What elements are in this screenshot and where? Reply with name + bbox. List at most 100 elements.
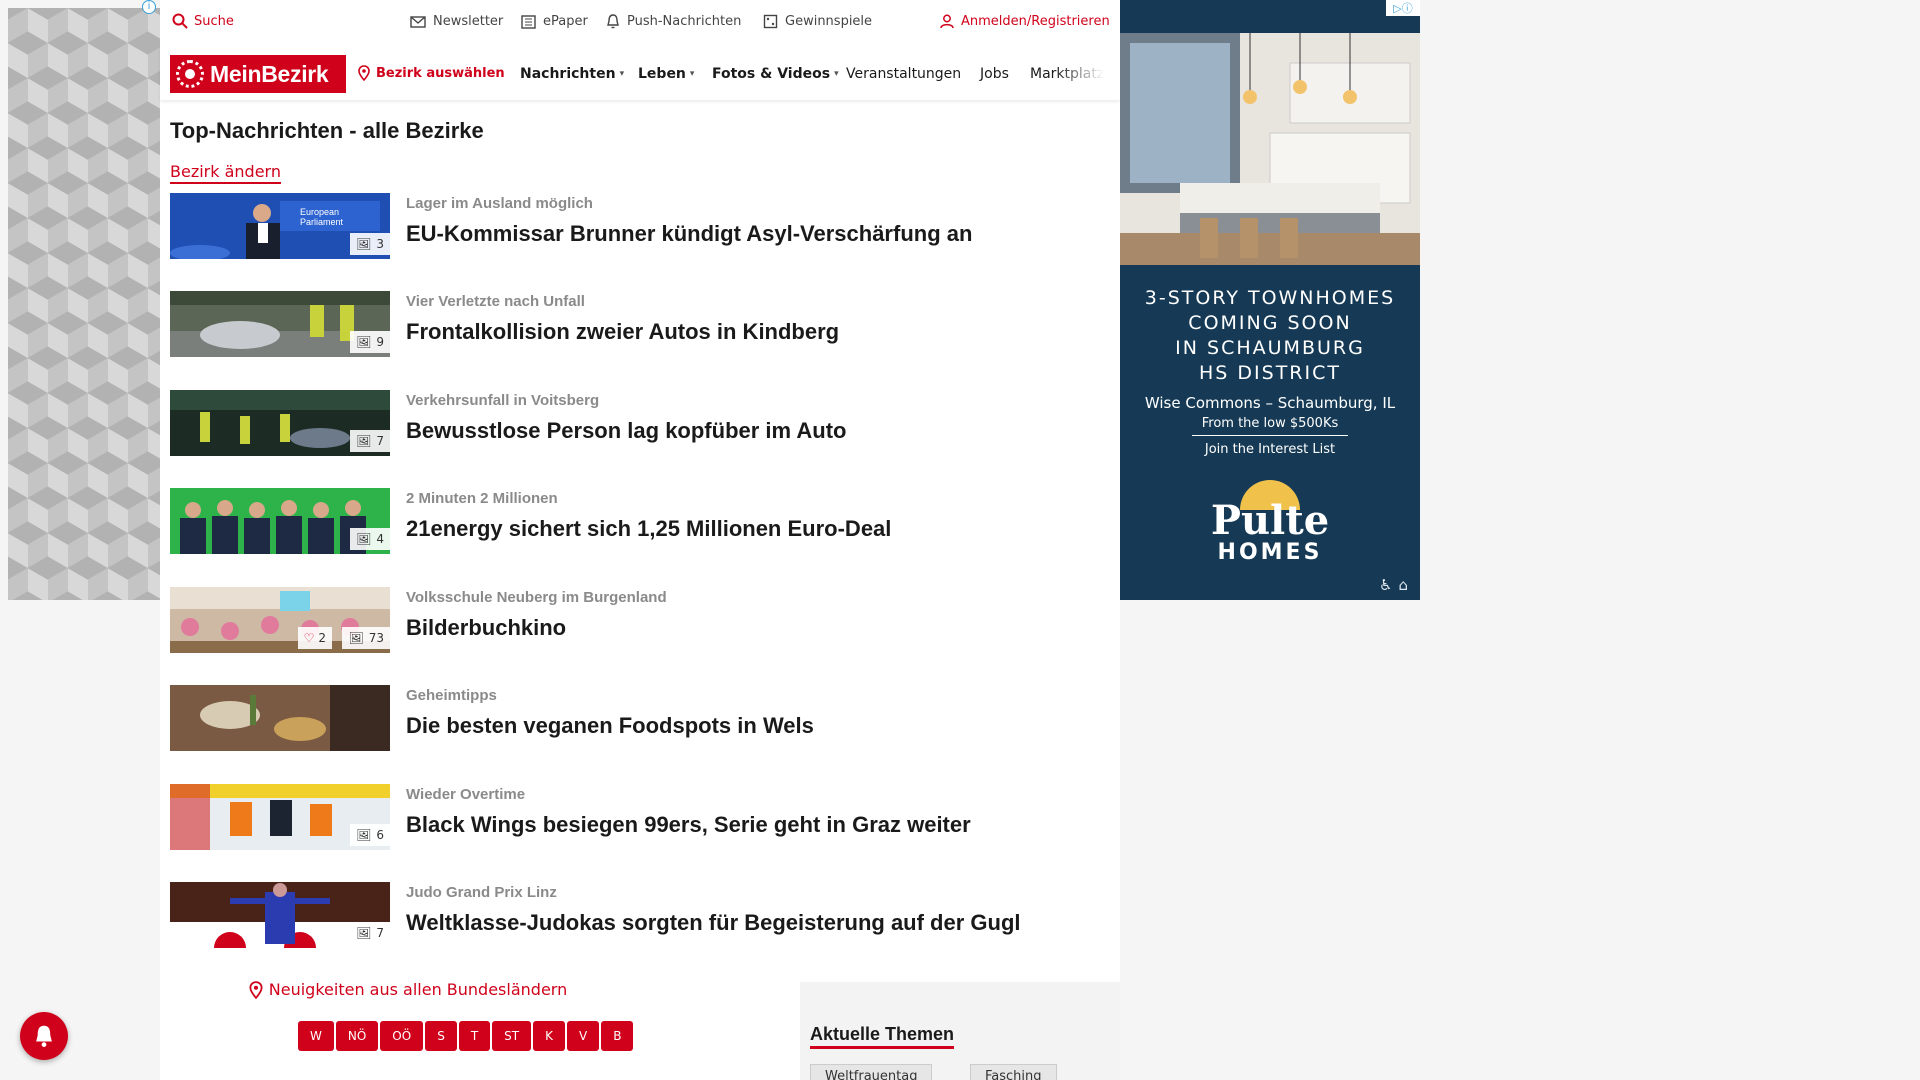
logo-flower-icon: [176, 60, 204, 88]
article-item[interactable]: ♡ 2 🖼 73 Volksschule Neuberg im Burgenland…: [170, 587, 1100, 653]
utility-bar: Suche Newsletter ePaper Push-Nachrichten…: [160, 0, 1120, 46]
push-link[interactable]: Push-Nachrichten: [606, 14, 741, 29]
login-label: Anmelden/Registrieren: [961, 14, 1110, 29]
article-thumbnail[interactable]: 🖼 9: [170, 291, 390, 357]
article-item[interactable]: 🖼 9 Vier Verletzte nach Unfall Frontalkol…: [170, 291, 1100, 357]
article-item[interactable]: 🖼 7 Judo Grand Prix Linz Weltklasse-Judok…: [170, 882, 1100, 948]
gewinnspiele-link[interactable]: Gewinnspiele: [763, 14, 872, 29]
article-headline[interactable]: Frontalkollision zweier Autos in Kindber…: [406, 319, 839, 345]
ad-headline-2: COMING SOON: [1188, 312, 1352, 334]
article-kicker: Geheimtipps: [406, 687, 497, 704]
article-headline[interactable]: EU-Kommissar Brunner kündigt Asyl-Versch…: [406, 221, 972, 247]
chevron-down-icon: ▾: [689, 69, 695, 79]
epaper-link[interactable]: ePaper: [520, 14, 588, 29]
nav-nachrichten[interactable]: Nachrichten ▾: [520, 66, 624, 82]
photo-count-badge: 🖼 7: [350, 430, 390, 452]
article-item[interactable]: Geheimtipps Die besten veganen Foodspots…: [170, 685, 1100, 751]
ad-cta[interactable]: Join the Interest List: [1120, 442, 1420, 457]
photo-count-badge: 🖼 4: [350, 528, 390, 550]
article-kicker: Judo Grand Prix Linz: [406, 884, 557, 901]
newsletter-link[interactable]: Newsletter: [410, 14, 503, 29]
nav-item-label: Veranstaltungen: [846, 66, 962, 82]
ad-headline-4: HS DISTRICT: [1199, 362, 1341, 384]
state-button-k[interactable]: K: [533, 1021, 565, 1051]
article-item[interactable]: 🖼 4 2 Minuten 2 Millionen 21energy sicher…: [170, 488, 1100, 554]
page-title: Top-Nachrichten - alle Bezirke: [170, 118, 484, 143]
image-icon: 🖼: [348, 631, 364, 645]
ad-info-icon[interactable]: i: [142, 0, 156, 14]
all-states-label: Neuigkeiten aus allen Bundesländern: [268, 980, 568, 999]
main-nav: MeinBezirk Bezirk auswählen Nachrichten …: [160, 46, 1120, 100]
article-thumbnail[interactable]: 🖼 7: [170, 882, 390, 948]
ad-headline-3: IN SCHAUMBURG: [1175, 337, 1365, 359]
image-icon: 🖼: [356, 926, 372, 940]
state-button-b[interactable]: B: [601, 1021, 634, 1051]
state-button-ooe[interactable]: OÖ: [380, 1021, 424, 1051]
adchoices-icon[interactable]: ▷ⓘ: [1386, 0, 1420, 16]
nav-veranstaltungen[interactable]: Veranstaltungen: [846, 66, 961, 82]
all-states-link[interactable]: Neuigkeiten aus allen Bundesländern: [160, 980, 656, 999]
article-kicker: Lager im Ausland möglich: [406, 195, 593, 212]
topics-heading: Aktuelle Themen: [810, 1024, 955, 1049]
mail-icon: [410, 15, 426, 28]
nav-leben[interactable]: Leben ▾: [638, 66, 694, 82]
article-item[interactable]: European Parliament 🖼 3 Lager im Ausland m…: [170, 193, 1100, 259]
state-button-w[interactable]: W: [298, 1021, 334, 1051]
search-label: Suche: [194, 13, 234, 29]
article-item[interactable]: 🖼 7 Verkehrsunfall in Voitsberg Bewusstlo…: [170, 390, 1100, 456]
state-button-v[interactable]: V: [566, 1021, 600, 1051]
photo-count-badge: 🖼 6: [350, 824, 390, 846]
article-thumbnail[interactable]: European Parliament 🖼 3: [170, 193, 390, 259]
article-headline[interactable]: Black Wings besiegen 99ers, Serie geht i…: [406, 812, 971, 838]
article-headline[interactable]: Die besten veganen Foodspots in Wels: [406, 713, 814, 739]
ad-copy: 3-STORY TOWNHOMES COMING SOON IN SCHAUMB…: [1120, 286, 1420, 457]
state-button-noe[interactable]: NÖ: [335, 1021, 379, 1051]
image-icon: 🖼: [356, 434, 372, 448]
article-thumbnail[interactable]: 🖼 4: [170, 488, 390, 554]
likes-badge[interactable]: ♡ 2: [297, 627, 332, 649]
search-icon: [172, 13, 188, 29]
notification-bell-button[interactable]: [20, 1012, 68, 1060]
article-item[interactable]: 🖼 6 Wieder Overtime Black Wings besiegen …: [170, 784, 1100, 850]
article-thumbnail[interactable]: 🖼 7: [170, 390, 390, 456]
topic-chip[interactable]: Fasching: [970, 1064, 1057, 1080]
state-button-t[interactable]: T: [458, 1021, 491, 1051]
change-district-link[interactable]: Bezirk ändern: [170, 162, 281, 184]
site-logo[interactable]: MeinBezirk: [170, 55, 346, 93]
article-headline[interactable]: Weltklasse-Judokas sorgten für Begeister…: [406, 910, 1021, 936]
left-ad-banner[interactable]: [8, 8, 160, 600]
state-button-st[interactable]: ST: [492, 1021, 532, 1051]
topic-chip[interactable]: Weltfrauentag: [810, 1064, 933, 1080]
select-district-button[interactable]: Bezirk auswählen: [358, 65, 505, 81]
image-icon: 🖼: [356, 237, 372, 251]
newspaper-icon: [520, 14, 536, 29]
nav-item-label: Nachrichten: [520, 66, 616, 82]
gift-icon: [763, 14, 778, 29]
main-column: Suche Newsletter ePaper Push-Nachrichten…: [160, 0, 1120, 1080]
svg-text:Parliament: Parliament: [300, 217, 344, 227]
state-buttons: W NÖ OÖ S T ST K V B: [298, 1021, 634, 1051]
chevron-down-icon: ▾: [619, 69, 625, 79]
login-link[interactable]: Anmelden/Registrieren: [940, 14, 1110, 29]
newsletter-label: Newsletter: [433, 14, 504, 29]
state-button-s[interactable]: S: [425, 1021, 457, 1051]
article-headline[interactable]: 21energy sichert sich 1,25 Millionen Eur…: [406, 516, 891, 542]
photo-count-badge: 🖼 9: [350, 331, 390, 353]
right-ad-banner[interactable]: 3-STORY TOWNHOMES COMING SOON IN SCHAUMB…: [1120, 0, 1420, 600]
search-link[interactable]: Suche: [172, 13, 234, 29]
nav-overflow-fade: [1056, 60, 1104, 90]
article-thumbnail[interactable]: ♡ 2 🖼 73: [170, 587, 390, 653]
article-thumbnail[interactable]: 🖼 6: [170, 784, 390, 850]
article-kicker: Verkehrsunfall in Voitsberg: [406, 392, 600, 409]
push-label: Push-Nachrichten: [627, 14, 742, 29]
ad-price: From the low $500Ks: [1192, 416, 1348, 436]
nav-fotos-videos[interactable]: Fotos & Videos ▾: [712, 66, 839, 82]
article-kicker: Volksschule Neuberg im Burgenland: [406, 589, 667, 606]
article-headline[interactable]: Bilderbuchkino: [406, 615, 566, 641]
article-headline[interactable]: Bewusstlose Person lag kopfüber im Auto: [406, 418, 846, 444]
photo-count-badge: 🖼 7: [350, 922, 390, 944]
nav-jobs[interactable]: Jobs: [980, 66, 1009, 82]
photo-count-badge: 🖼 3: [350, 233, 390, 255]
article-thumbnail[interactable]: [170, 685, 390, 751]
nav-item-label: Fotos & Videos: [712, 66, 831, 82]
